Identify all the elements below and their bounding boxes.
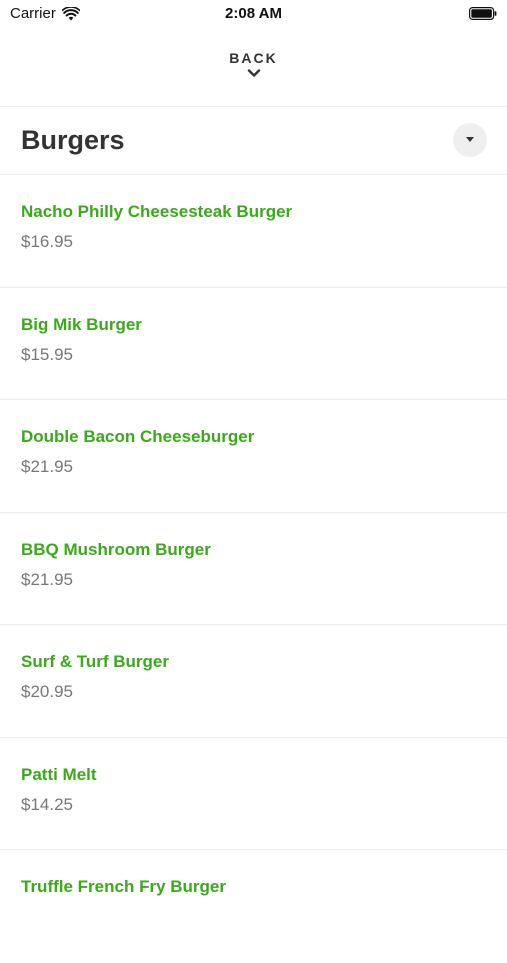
- menu-item[interactable]: Surf & Turf Burger $20.95: [0, 625, 507, 738]
- menu-item[interactable]: Double Bacon Cheeseburger $21.95: [0, 400, 507, 513]
- item-name: BBQ Mushroom Burger: [21, 539, 211, 559]
- item-price: $14.25: [21, 794, 73, 814]
- category-dropdown-button[interactable]: [453, 123, 487, 157]
- item-price: $20.95: [21, 682, 73, 701]
- item-name: Nacho Philly Cheesesteak Burger: [21, 202, 293, 221]
- item-price: $16.95: [21, 232, 73, 251]
- item-name: Big Mik Burger: [21, 314, 142, 334]
- item-price: $21.95: [21, 457, 73, 476]
- back-label: BACK: [229, 50, 278, 66]
- item-name: Double Bacon Cheeseburger: [21, 427, 255, 446]
- menu-item[interactable]: Big Mik Burger $15.95: [0, 288, 507, 400]
- menu-item[interactable]: BBQ Mushroom Burger $21.95: [0, 513, 507, 625]
- chevron-down-icon: [247, 69, 260, 77]
- menu-item-list: Nacho Philly Cheesesteak Burger $16.95 B…: [0, 175, 507, 963]
- menu-item[interactable]: Patti Melt $14.25: [0, 738, 507, 850]
- battery-icon: [469, 7, 497, 20]
- status-time: 2:08 AM: [225, 5, 282, 22]
- caret-down-icon: [466, 137, 474, 142]
- item-name: Patti Melt: [21, 764, 97, 784]
- status-bar: Carrier 2:08 AM: [0, 0, 507, 30]
- category-title: Burgers: [21, 125, 125, 155]
- item-name: Truffle French Fry Burger: [21, 877, 226, 896]
- back-button[interactable]: BACK: [0, 50, 507, 94]
- item-price: $15.95: [21, 344, 73, 364]
- item-name: Surf & Turf Burger: [21, 652, 169, 671]
- header-divider: [0, 106, 507, 107]
- category-header: Burgers: [0, 108, 507, 174]
- menu-item[interactable]: Truffle French Fry Burger: [0, 850, 507, 963]
- item-price: $21.95: [21, 569, 73, 589]
- menu-item[interactable]: Nacho Philly Cheesesteak Burger $16.95: [0, 175, 507, 288]
